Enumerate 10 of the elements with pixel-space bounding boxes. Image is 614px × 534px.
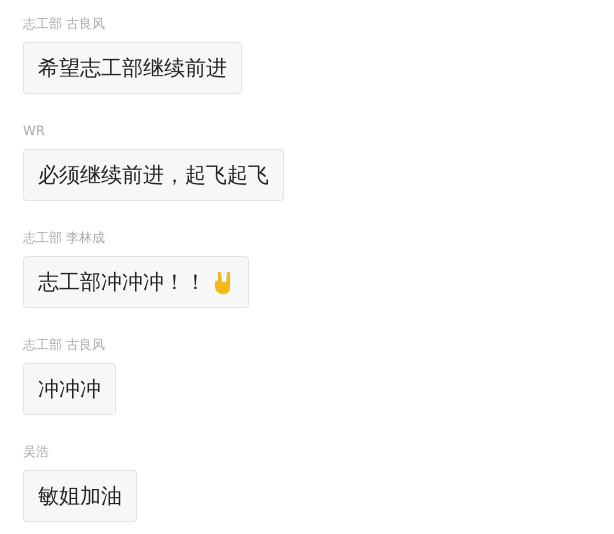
message-bubble: 冲冲冲 (23, 363, 116, 415)
sender-name: 志工部 李林成 (23, 230, 106, 248)
message-bubble: 志工部冲冲冲！！ (23, 256, 249, 308)
message-bubble: 希望志工部继续前进 (23, 42, 242, 94)
sender-name: WR (23, 123, 45, 141)
message-bubble: 敏姐加油 (23, 470, 137, 522)
sender-name: 志工部 古良风 (23, 16, 106, 34)
sender-name: 吴浩 (23, 444, 49, 462)
message-bubble: 必须继续前进，起飞起飞 (23, 149, 284, 201)
sender-name: 志工部 古良风 (23, 337, 106, 355)
